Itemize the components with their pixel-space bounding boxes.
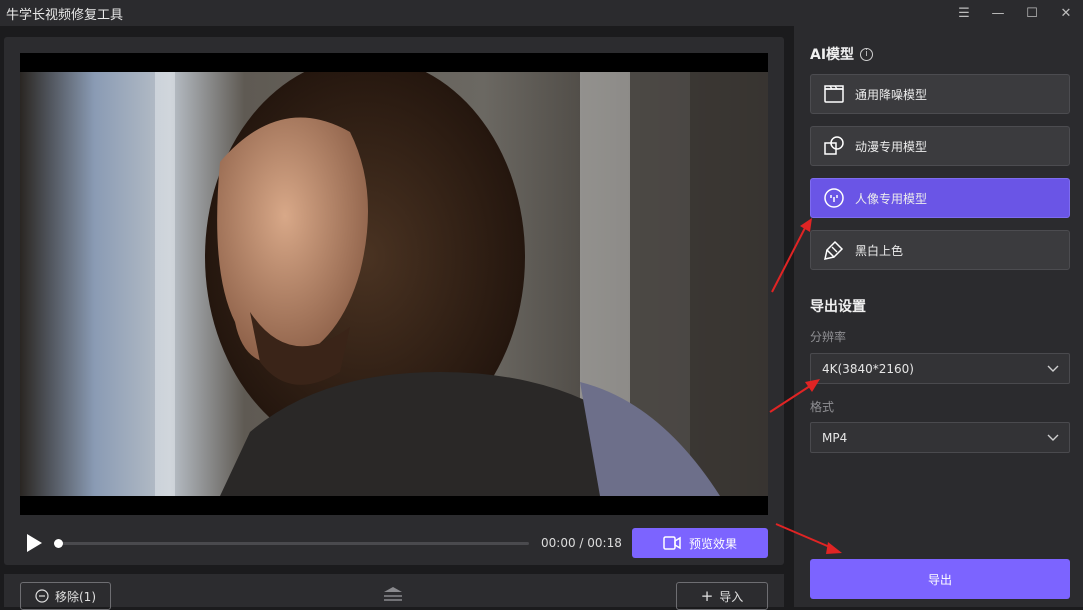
shapes-icon (824, 136, 844, 155)
chevron-down-icon (1047, 434, 1059, 441)
model-label: 通用降噪模型 (855, 87, 928, 102)
face-icon (824, 188, 844, 208)
play-icon[interactable] (24, 533, 44, 553)
close-icon[interactable]: ✕ (1049, 0, 1083, 26)
export-button-label: 导出 (927, 572, 952, 587)
remove-button-label: 移除(1) (55, 589, 96, 604)
clapperboard-icon (824, 85, 844, 103)
minimize-icon[interactable]: — (981, 0, 1015, 26)
minus-circle-icon (35, 589, 49, 603)
info-icon[interactable]: i (860, 47, 874, 61)
model-label: 黑白上色 (855, 243, 904, 258)
model-general-denoise[interactable]: 通用降噪模型 (810, 74, 1070, 114)
video-camera-icon (663, 536, 681, 550)
ai-model-heading: AI模型 i (810, 44, 874, 64)
remove-button[interactable]: 移除(1) (20, 582, 111, 610)
model-anime[interactable]: 动漫专用模型 (810, 126, 1070, 166)
maximize-icon[interactable]: ☐ (1015, 0, 1049, 26)
progress-track[interactable] (58, 542, 529, 545)
video-preview-image (20, 72, 768, 496)
model-label: 人像专用模型 (855, 191, 928, 206)
window-controls: ☰ — ☐ ✕ (947, 0, 1083, 26)
file-bar: 移除(1) + 导入 (4, 574, 784, 610)
title-bar: 牛学长视频修复工具 ☰ — ☐ ✕ (0, 0, 1083, 26)
format-value: MP4 (822, 430, 848, 445)
preview-panel: 00:00 / 00:18 预览效果 (4, 37, 784, 565)
import-button[interactable]: + 导入 (676, 582, 768, 610)
progress-knob[interactable] (54, 539, 63, 548)
format-label: 格式 (810, 400, 835, 414)
app-title: 牛学长视频修复工具 (6, 7, 124, 23)
player-controls: 00:00 / 00:18 预览效果 (20, 527, 768, 559)
preview-button[interactable]: 预览效果 (632, 528, 768, 558)
model-portrait[interactable]: 人像专用模型 (810, 178, 1070, 218)
resolution-label: 分辨率 (810, 330, 847, 344)
chevron-down-icon (1047, 365, 1059, 372)
export-settings-heading: 导出设置 (810, 299, 866, 315)
export-button[interactable]: 导出 (810, 559, 1070, 599)
expand-handle-icon[interactable] (382, 586, 404, 602)
preview-button-label: 预览效果 (688, 536, 737, 551)
menu-icon[interactable]: ☰ (947, 0, 981, 26)
ai-model-heading-text: AI模型 (810, 47, 855, 63)
resolution-value: 4K(3840*2160) (822, 361, 914, 376)
plus-icon: + (700, 586, 714, 605)
settings-panel: AI模型 i 通用降噪模型 动漫专用模型 人像专用模型 黑白上色 导出设置 分辨… (794, 26, 1083, 607)
format-select[interactable]: MP4 (810, 422, 1070, 453)
model-label: 动漫专用模型 (855, 139, 928, 154)
video-frame (20, 53, 768, 515)
resolution-select[interactable]: 4K(3840*2160) (810, 353, 1070, 384)
import-button-label: 导入 (719, 589, 744, 604)
time-readout: 00:00 / 00:18 (541, 536, 622, 550)
model-colorize[interactable]: 黑白上色 (810, 230, 1070, 270)
paint-brush-icon (824, 240, 844, 260)
